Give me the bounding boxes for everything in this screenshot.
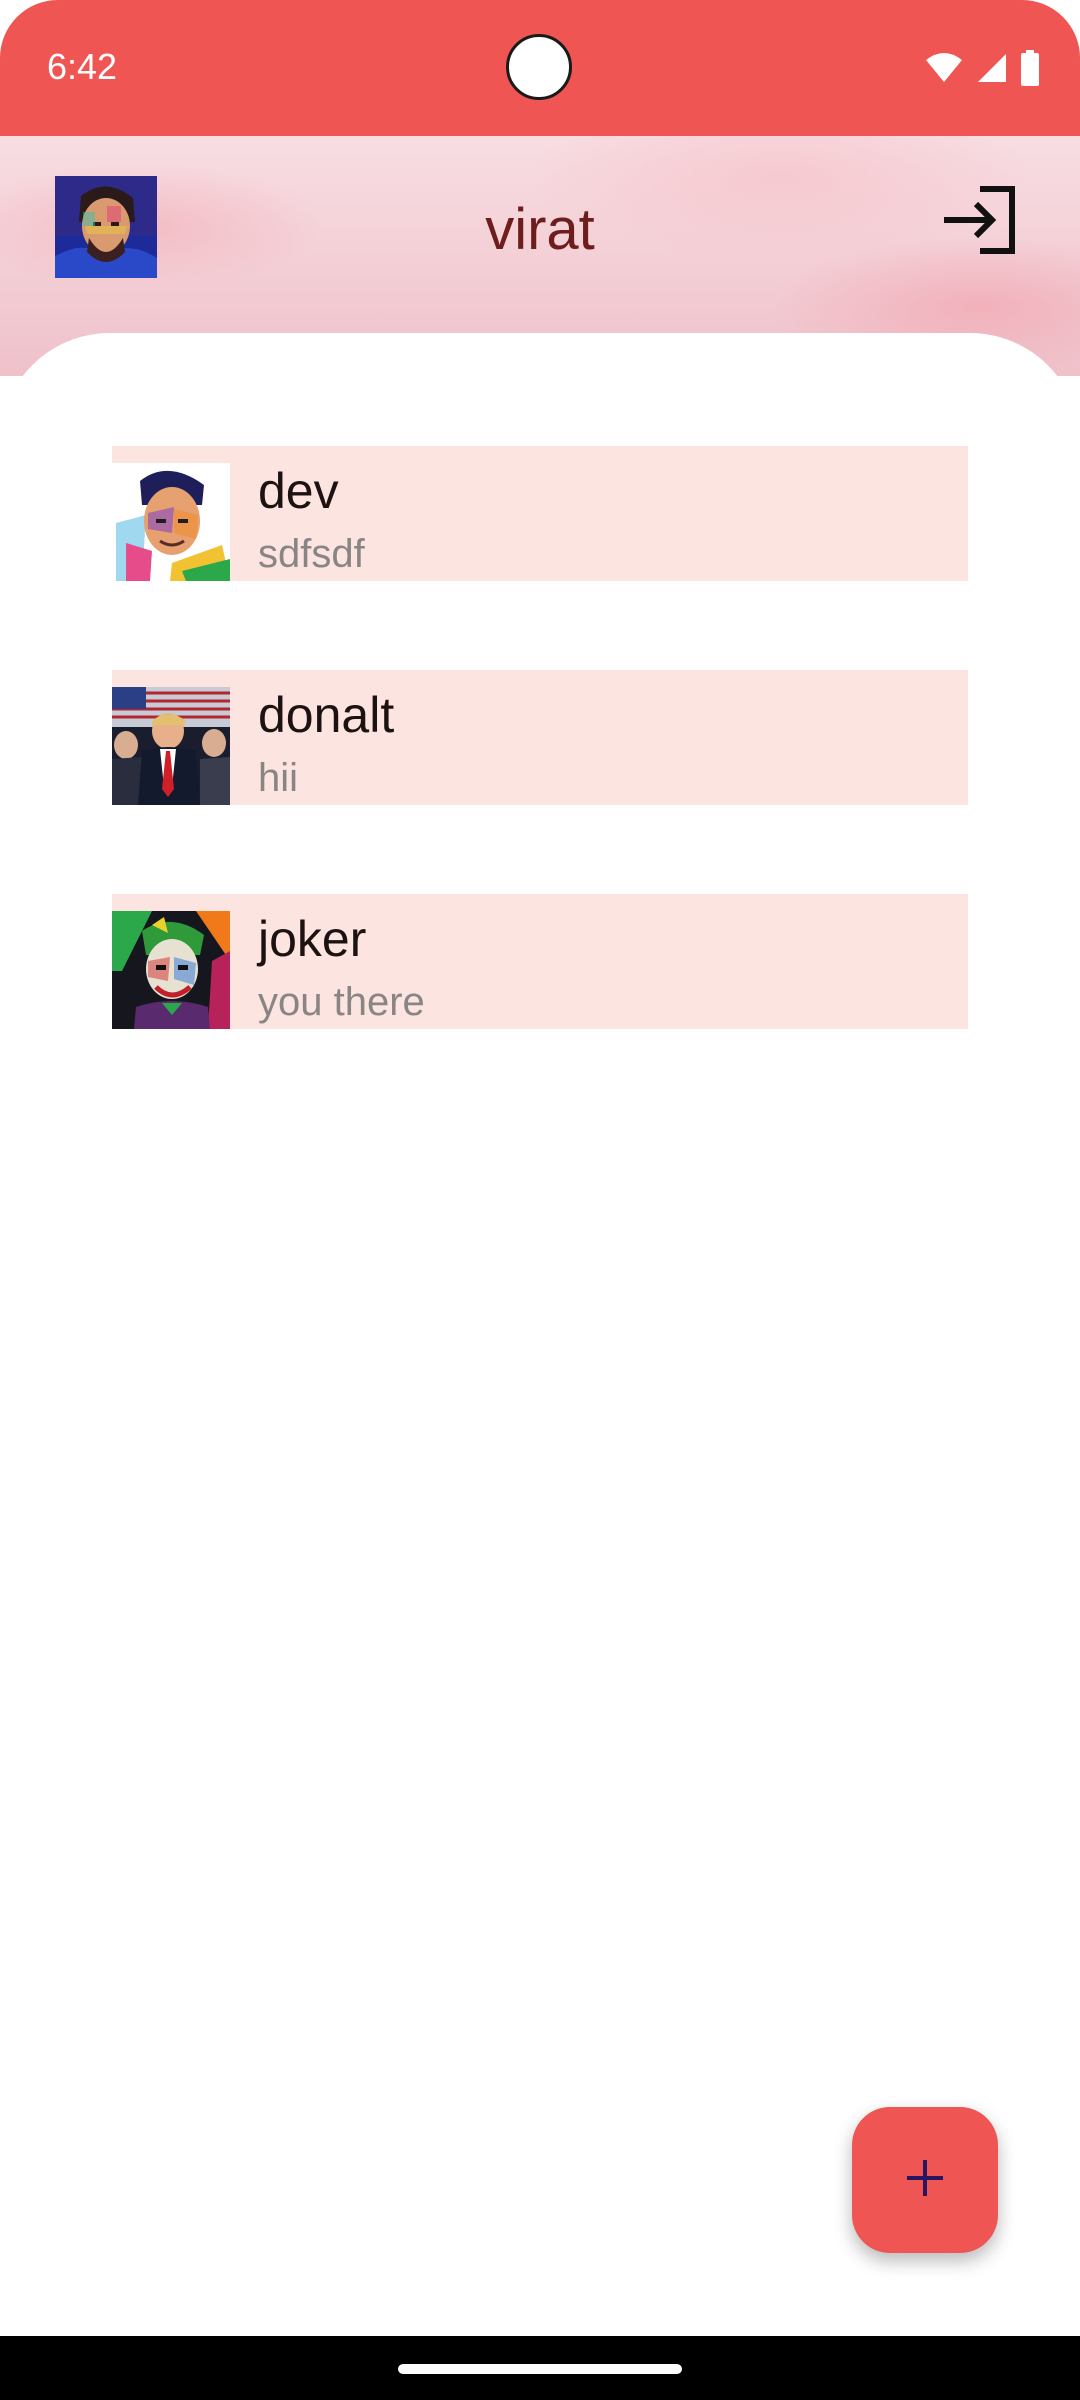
camera-cutout bbox=[506, 34, 572, 100]
chat-name: dev bbox=[258, 463, 339, 519]
new-chat-fab[interactable] bbox=[852, 2107, 998, 2253]
chat-item-donalt[interactable]: donalt hii bbox=[112, 670, 968, 805]
chat-item-joker[interactable]: joker you there bbox=[112, 894, 968, 1029]
chat-list-panel bbox=[0, 333, 1080, 2333]
avatar bbox=[112, 687, 230, 805]
chat-name: joker bbox=[258, 911, 367, 967]
chat-last-message: sdfsdf bbox=[258, 532, 365, 576]
home-indicator[interactable] bbox=[398, 2364, 682, 2374]
status-time: 6:42 bbox=[47, 46, 118, 87]
logout-button[interactable] bbox=[940, 182, 1020, 262]
page-title: virat bbox=[485, 197, 595, 262]
avatar bbox=[112, 463, 230, 581]
login-arrow-icon bbox=[942, 185, 1018, 260]
user-avatar[interactable] bbox=[55, 176, 157, 278]
chat-item-dev[interactable]: dev sdfsdf bbox=[112, 446, 968, 581]
status-icons bbox=[924, 50, 1040, 86]
battery-icon bbox=[1020, 50, 1040, 86]
system-nav-bar bbox=[0, 2336, 1080, 2400]
wifi-icon bbox=[924, 52, 964, 84]
status-bar: 6:42 bbox=[0, 0, 1080, 136]
chat-last-message: you there bbox=[258, 980, 425, 1024]
chat-last-message: hii bbox=[258, 756, 299, 800]
chat-name: donalt bbox=[258, 687, 395, 743]
avatar bbox=[112, 911, 230, 1029]
signal-icon bbox=[976, 52, 1008, 84]
plus-icon bbox=[905, 2158, 945, 2203]
